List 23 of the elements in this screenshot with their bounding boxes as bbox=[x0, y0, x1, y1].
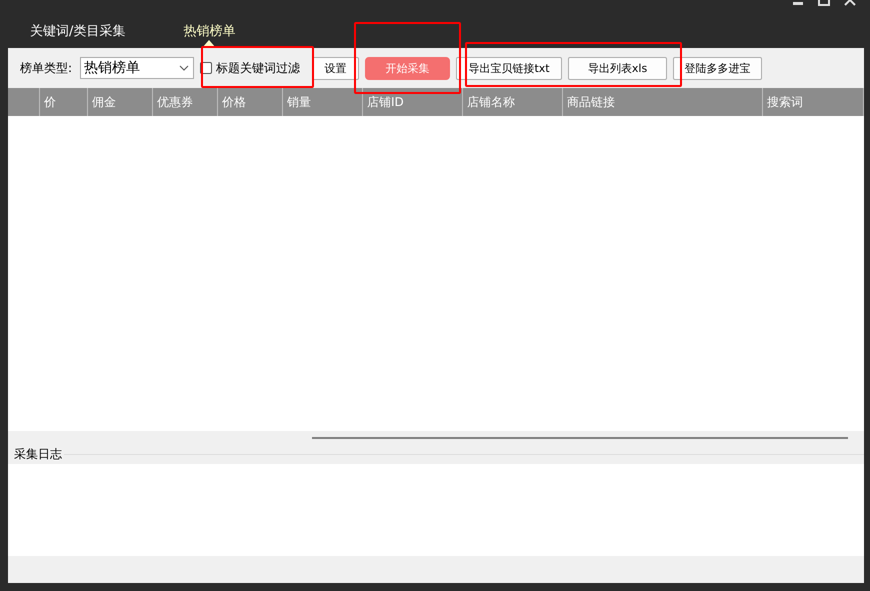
tab[interactable]: 关键词/类目采集 bbox=[22, 0, 134, 48]
toolbar-button[interactable]: 设置 bbox=[312, 56, 360, 80]
column-header[interactable]: 价格 bbox=[218, 88, 283, 116]
toolbar-button[interactable]: 开始采集 bbox=[365, 56, 450, 80]
toolbar-button[interactable]: 登陆多多进宝 bbox=[673, 56, 762, 80]
list-type-dropdown[interactable]: 热销榜单 bbox=[80, 57, 194, 79]
toolbar-button[interactable]: 导出列表xls bbox=[568, 56, 668, 80]
chevron-down-icon bbox=[179, 65, 190, 71]
scrollbar[interactable] bbox=[312, 436, 848, 438]
checkbox-label[interactable]: 标题关键词过滤 bbox=[216, 60, 300, 76]
column-header[interactable]: 搜索词 bbox=[763, 88, 864, 116]
column-header[interactable]: 店铺ID bbox=[363, 88, 463, 116]
tab[interactable]: 热销榜单 bbox=[175, 0, 244, 48]
column-header[interactable]: 优惠券 bbox=[153, 88, 218, 116]
column-header[interactable]: 价 bbox=[40, 88, 88, 116]
column-header[interactable]: 店铺名称 bbox=[463, 88, 563, 116]
toolbar-button[interactable]: 导出宝贝链接txt bbox=[456, 56, 562, 80]
log-title: 采集日志 bbox=[14, 446, 62, 462]
column-header[interactable]: 佣金 bbox=[88, 88, 153, 116]
column-header[interactable]: 销量 bbox=[283, 88, 363, 116]
column-header[interactable]: 商品链接 bbox=[563, 88, 763, 116]
list-type-label: 榜单类型: bbox=[20, 60, 72, 76]
selected-tab-indicator-icon bbox=[202, 40, 216, 48]
